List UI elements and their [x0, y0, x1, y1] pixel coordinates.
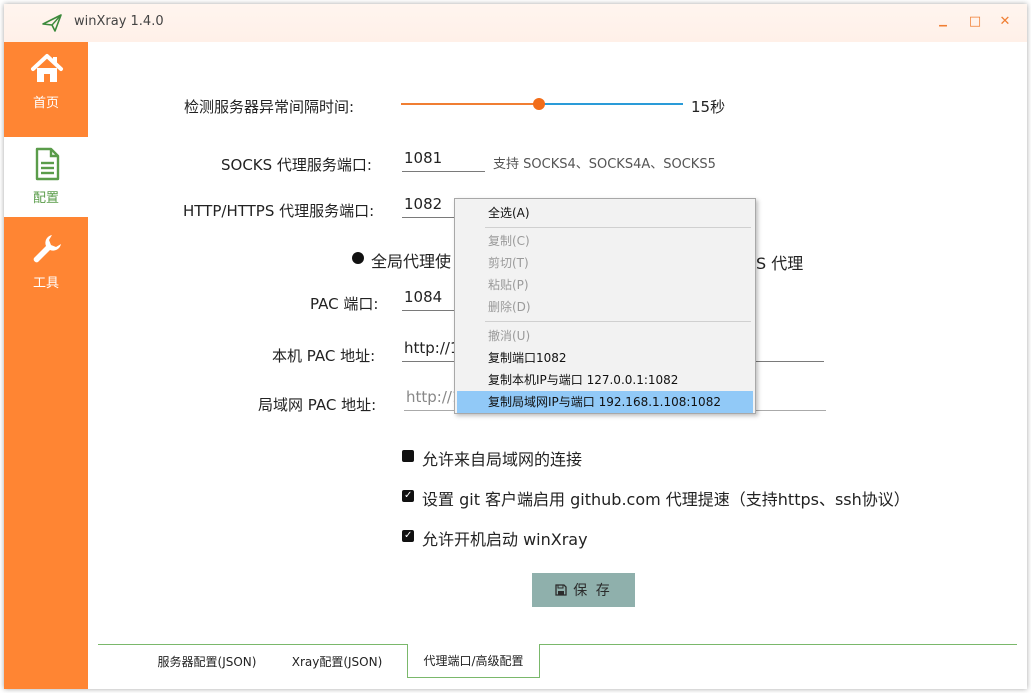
menu-item-delete[interactable]: 删除(D) — [457, 296, 753, 318]
socks-port-label: SOCKS 代理服务端口: — [221, 156, 372, 174]
menu-item-copy-port[interactable]: 复制端口1082 — [457, 347, 753, 369]
close-button[interactable]: ✕ — [994, 10, 1016, 32]
sidebar-item-label: 配置 — [32, 191, 59, 206]
interval-value: 15秒 — [691, 98, 726, 116]
menu-item-copy-lan-ip-port[interactable]: 复制局域网IP与端口 192.168.1.108:1082 — [457, 391, 753, 413]
allow-lan-label: 允许来自局域网的连接 — [422, 450, 583, 469]
radio-global-dot[interactable] — [352, 252, 364, 264]
maximize-button[interactable]: □ — [964, 10, 986, 32]
menu-item-copy-local-ip-port[interactable]: 复制本机IP与端口 127.0.0.1:1082 — [457, 369, 753, 391]
menu-item-select-all[interactable]: 全选(A) — [457, 202, 753, 224]
lan-pac-label: 局域网 PAC 地址: — [258, 396, 377, 414]
save-button-label: 保 存 — [573, 583, 612, 599]
checkmark-icon: ✓ — [404, 490, 413, 501]
close-icon: ✕ — [999, 13, 1011, 29]
menu-item-paste[interactable]: 粘贴(P) — [457, 274, 753, 296]
menu-item-undo[interactable]: 撤消(U) — [457, 325, 753, 347]
app-title: winXray 1.4.0 — [74, 14, 164, 29]
autostart-checkbox[interactable]: ✓ — [402, 530, 414, 542]
checkmark-icon: ✓ — [404, 530, 413, 541]
tab-server-config[interactable]: 服务器配置(JSON) — [143, 644, 271, 678]
minimize-icon: ▁ — [939, 15, 947, 27]
wrench-icon — [33, 235, 61, 263]
menu-item-cut[interactable]: 剪切(T) — [457, 252, 753, 274]
tab-label: 服务器配置(JSON) — [157, 654, 257, 669]
maximize-icon: □ — [968, 13, 982, 29]
sidebar-item-config[interactable]: 配置 — [4, 137, 88, 217]
floppy-disk-icon — [555, 584, 567, 596]
tab-label: Xray配置(JSON) — [291, 654, 383, 669]
pac-port-label: PAC 端口: — [310, 295, 379, 313]
document-icon — [35, 147, 60, 181]
socks-port-input[interactable]: 1081 — [402, 148, 485, 172]
title-bar: winXray 1.4.0 ▁ □ ✕ — [4, 4, 1027, 42]
tab-label: 代理端口/高级配置 — [423, 654, 524, 668]
radio-tail-label: S 代理 — [756, 254, 804, 273]
menu-separator — [485, 227, 751, 228]
save-button[interactable]: 保 存 — [532, 573, 635, 607]
git-proxy-checkbox[interactable]: ✓ — [402, 490, 414, 502]
http-port-label: HTTP/HTTPS 代理服务端口: — [183, 202, 375, 220]
socks-hint: 支持 SOCKS4、SOCKS4A、SOCKS5 — [493, 157, 716, 172]
minimize-button[interactable]: ▁ — [932, 10, 954, 32]
paper-plane-icon — [42, 14, 62, 32]
context-menu: 全选(A) 复制(C) 剪切(T) 粘贴(P) 删除(D) 撤消(U) 复制端口… — [454, 198, 756, 414]
tab-proxy-ports[interactable]: 代理端口/高级配置 — [407, 644, 540, 678]
interval-label: 检测服务器异常间隔时间: — [184, 98, 355, 116]
sidebar-item-home[interactable]: 首页 — [4, 42, 88, 122]
sidebar-item-tools[interactable]: 工具 — [4, 222, 88, 302]
slider-empty-track — [539, 103, 683, 105]
tab-xray-config[interactable]: Xray配置(JSON) — [278, 644, 396, 678]
menu-item-copy[interactable]: 复制(C) — [457, 230, 753, 252]
slider-filled-track — [401, 103, 539, 105]
git-proxy-label: 设置 git 客户端启用 github.com 代理提速（支持https、ssh… — [422, 490, 910, 509]
sidebar-item-label: 首页 — [32, 96, 59, 111]
home-icon — [31, 54, 63, 82]
slider-thumb[interactable] — [533, 98, 545, 110]
interval-slider[interactable] — [401, 94, 683, 114]
radio-global-label: 全局代理使 — [371, 252, 452, 271]
sidebar: 首页 配置 工具 — [4, 42, 88, 689]
menu-separator — [485, 321, 751, 322]
sidebar-item-label: 工具 — [32, 276, 59, 291]
local-pac-label: 本机 PAC 地址: — [272, 347, 376, 365]
allow-lan-checkbox[interactable] — [402, 450, 414, 462]
autostart-label: 允许开机启动 winXray — [422, 530, 588, 549]
